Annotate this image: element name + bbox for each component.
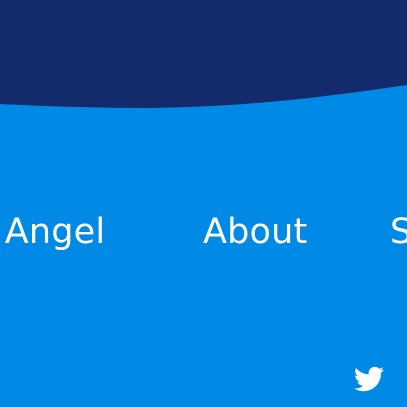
twitter-icon [354,366,384,392]
nav-link-angel[interactable]: n Angel [0,204,105,260]
nav-link-partial[interactable]: S [390,204,407,260]
twitter-link[interactable] [351,364,387,394]
nav-strip: n Angel About S [0,204,407,260]
nav-link-about[interactable]: About [203,204,307,260]
page: n Angel About S [0,0,407,407]
top-wave-band [0,0,407,108]
